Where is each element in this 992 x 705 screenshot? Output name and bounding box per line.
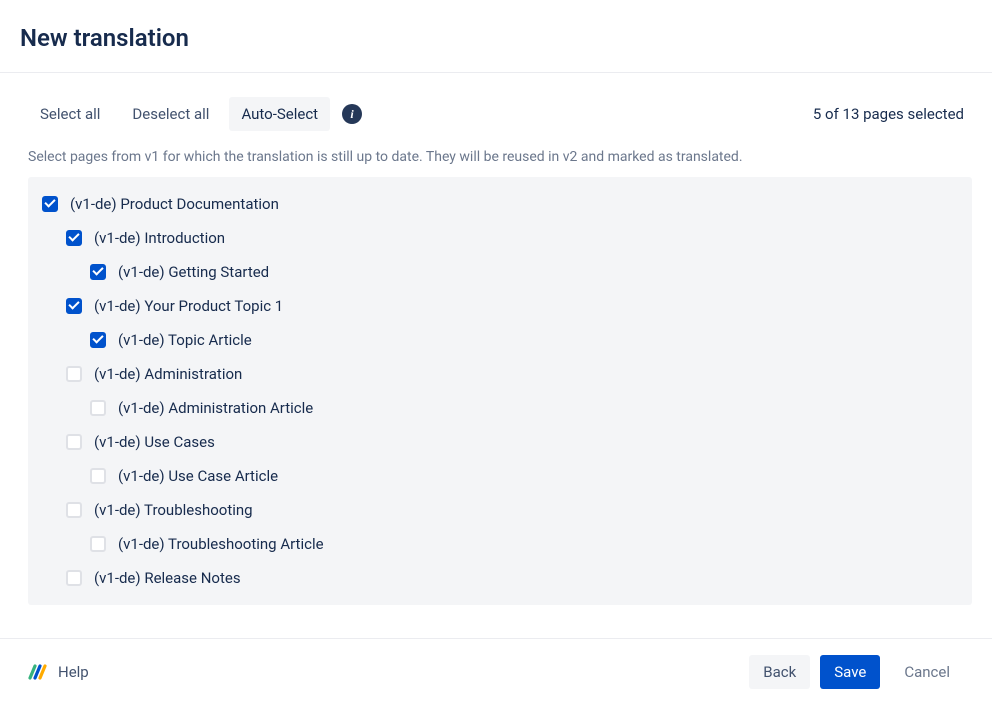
page-title: New translation [20, 24, 972, 52]
page-label: (v1-de) Use Case Article [118, 467, 278, 485]
hint-text: Select pages from v1 for which the trans… [28, 149, 972, 165]
help-icon [28, 662, 48, 682]
page-tree: (v1-de) Product Documentation (v1-de) Int… [28, 177, 972, 605]
page-checkbox[interactable] [42, 196, 58, 212]
page-checkbox[interactable] [90, 400, 106, 416]
tree-row[interactable]: (v1-de) Troubleshooting Article [34, 527, 966, 561]
page-label: (v1-de) Administration Article [118, 399, 313, 417]
tree-row[interactable]: (v1-de) Administration [34, 357, 966, 391]
tree-row[interactable]: (v1-de) Your Product Topic 1 [34, 289, 966, 323]
select-all-button[interactable]: Select all [28, 97, 112, 131]
content-area: Select all Deselect all Auto-Select i 5 … [0, 73, 992, 605]
page-checkbox[interactable] [66, 366, 82, 382]
page-label: (v1-de) Getting Started [118, 263, 269, 281]
page-label: (v1-de) Use Cases [94, 433, 215, 451]
page-checkbox[interactable] [90, 468, 106, 484]
toolbar: Select all Deselect all Auto-Select i 5 … [28, 97, 972, 131]
help-label: Help [58, 663, 89, 681]
save-button[interactable]: Save [820, 655, 880, 689]
tree-row[interactable]: (v1-de) Administration Article [34, 391, 966, 425]
page-label: (v1-de) Release Notes [94, 569, 241, 587]
page-label: (v1-de) Topic Article [118, 331, 252, 349]
tree-row[interactable]: (v1-de) Product Documentation [34, 187, 966, 221]
footer: Help Back Save Cancel [0, 638, 992, 705]
page-label: (v1-de) Troubleshooting [94, 501, 253, 519]
cancel-button[interactable]: Cancel [890, 655, 964, 689]
page-checkbox[interactable] [66, 570, 82, 586]
tree-row[interactable]: (v1-de) Introduction [34, 221, 966, 255]
tree-row[interactable]: (v1-de) Use Cases [34, 425, 966, 459]
tree-row[interactable]: (v1-de) Use Case Article [34, 459, 966, 493]
tree-row[interactable]: (v1-de) Troubleshooting [34, 493, 966, 527]
page-label: (v1-de) Product Documentation [70, 195, 279, 213]
page-checkbox[interactable] [66, 434, 82, 450]
tree-row[interactable]: (v1-de) Release Notes [34, 561, 966, 595]
page-checkbox[interactable] [90, 264, 106, 280]
page-checkbox[interactable] [66, 230, 82, 246]
page-label: (v1-de) Administration [94, 365, 242, 383]
info-icon[interactable]: i [342, 104, 362, 124]
auto-select-button[interactable]: Auto-Select [229, 97, 330, 131]
dialog-header: New translation [0, 0, 992, 73]
deselect-all-button[interactable]: Deselect all [120, 97, 221, 131]
selection-status: 5 of 13 pages selected [813, 105, 972, 123]
tree-row[interactable]: (v1-de) Getting Started [34, 255, 966, 289]
page-label: (v1-de) Introduction [94, 229, 225, 247]
page-checkbox[interactable] [90, 332, 106, 348]
tree-row[interactable]: (v1-de) Topic Article [34, 323, 966, 357]
page-label: (v1-de) Your Product Topic 1 [94, 297, 283, 315]
page-label: (v1-de) Troubleshooting Article [118, 535, 324, 553]
page-checkbox[interactable] [66, 502, 82, 518]
page-checkbox[interactable] [90, 536, 106, 552]
help-link[interactable]: Help [28, 662, 89, 682]
back-button[interactable]: Back [749, 655, 810, 689]
page-checkbox[interactable] [66, 298, 82, 314]
